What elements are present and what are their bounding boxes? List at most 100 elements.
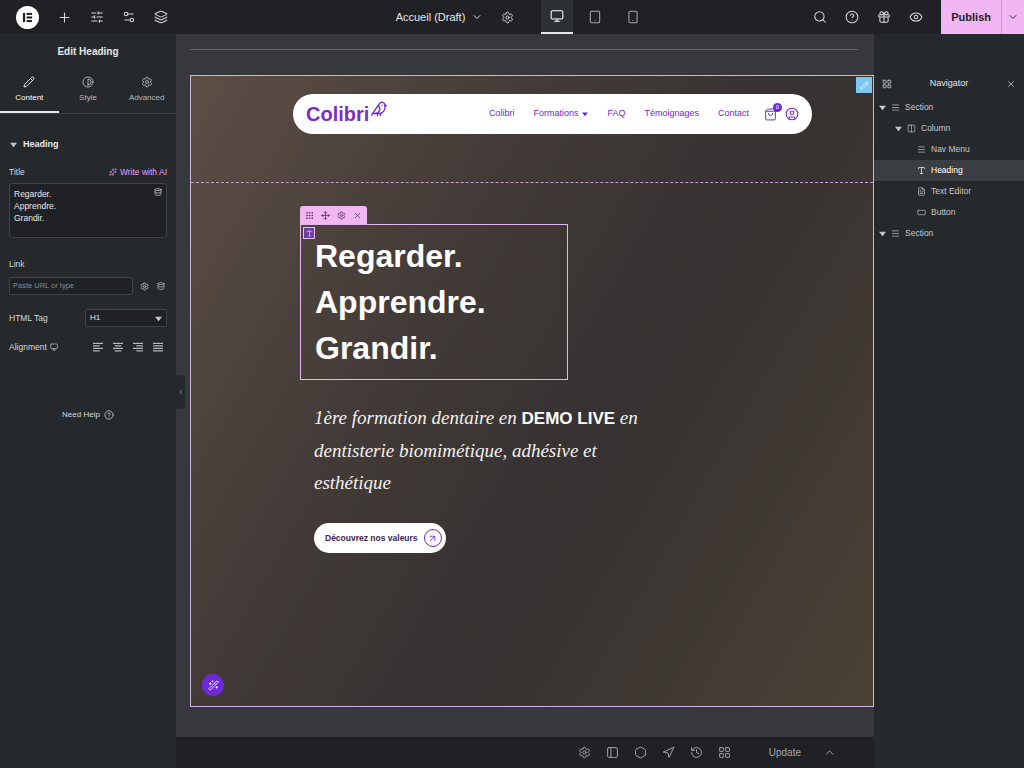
select-caret-icon[interactable] <box>155 315 162 322</box>
widget-toolbar <box>300 206 367 224</box>
alignment-button[interactable] <box>109 339 127 355</box>
navigator-item[interactable]: Column <box>874 118 1024 139</box>
chevron-up-icon <box>823 746 836 759</box>
navigator-item[interactable]: Section <box>874 223 1024 244</box>
dropdown-caret-icon <box>582 111 588 117</box>
canvas-column: Colibri Colibri Formations FAQ Témoignages Co… <box>176 34 874 768</box>
alignment-button[interactable] <box>149 339 167 355</box>
widget-handle[interactable] <box>303 227 315 239</box>
panel-tab[interactable]: Advanced <box>117 68 176 113</box>
heading-widget[interactable]: Regarder.Apprendre.Grandir. <box>300 224 568 380</box>
device-button[interactable] <box>541 0 573 34</box>
magic-wand-icon <box>208 680 219 691</box>
text-editor-icon <box>917 187 926 196</box>
ai-assistant-button[interactable] <box>202 674 224 696</box>
update-button[interactable]: Update <box>769 745 836 760</box>
account-button[interactable] <box>785 107 799 121</box>
advanced-tab-icon <box>141 76 153 88</box>
link-input[interactable]: Paste URL or type <box>9 277 133 295</box>
navigator-close-button[interactable] <box>1006 79 1016 89</box>
mobile-icon <box>626 10 640 24</box>
hero-heading-line: Grandir. <box>315 325 567 371</box>
site-nav-link[interactable]: Colibri <box>489 107 515 121</box>
collapse-chevron-icon <box>177 388 185 396</box>
site-settings-icon <box>122 10 136 24</box>
hero-heading-line: Regarder. <box>315 233 567 279</box>
section-header[interactable]: Heading <box>0 114 176 166</box>
button-icon <box>917 208 926 217</box>
responsive-monitor-icon <box>50 343 58 351</box>
link-options-button[interactable] <box>137 277 151 295</box>
site-nav-link[interactable]: Formations <box>533 107 588 121</box>
dynamic-tags-icon <box>157 282 165 290</box>
bottom-bar: Update <box>176 737 874 768</box>
editor-body: Edit HeadingContentStyleAdvancedHeadingT… <box>0 34 1024 768</box>
navigator-panel: NavigatorSectionColumnNav MenuHeadingTex… <box>874 34 1024 768</box>
align-right-icon <box>133 342 143 352</box>
publish-button[interactable]: Publish <box>941 0 1024 34</box>
need-help-link[interactable]: Need Help <box>9 409 167 421</box>
close-icon <box>1006 79 1016 89</box>
site-nav-link[interactable]: Témoignages <box>644 107 699 121</box>
top-right-group: Publish <box>652 0 1024 34</box>
hero-heading-line: Apprendre. <box>315 279 567 325</box>
link-dynamic-button[interactable] <box>155 277 167 295</box>
section-divider <box>190 49 858 50</box>
site-nav-link[interactable]: Contact <box>718 107 749 121</box>
alignment-button[interactable] <box>89 339 107 355</box>
widget-settings-icon <box>337 211 346 220</box>
navigator-item[interactable]: Button <box>874 202 1024 223</box>
align-justify-icon <box>153 342 163 352</box>
add-icon <box>57 10 72 25</box>
navigator-item[interactable]: Heading <box>874 160 1024 181</box>
canvas: Colibri Colibri Formations FAQ Témoignages Co… <box>176 34 874 737</box>
elementor-logo[interactable] <box>16 6 39 29</box>
chevron-down-icon <box>1007 11 1019 23</box>
section-caret-icon[interactable] <box>10 141 17 148</box>
alignment-button[interactable] <box>129 339 147 355</box>
align-left-icon <box>93 342 103 352</box>
edit-section-button[interactable] <box>856 77 872 93</box>
desktop-icon <box>550 9 564 23</box>
cta-button[interactable]: Découvrez nos valeurs <box>314 523 446 553</box>
site-logo[interactable]: Colibri <box>306 104 388 124</box>
navigator-item[interactable]: Section <box>874 97 1024 118</box>
column-icon <box>907 124 916 133</box>
tree-caret-icon[interactable] <box>895 125 902 132</box>
navigator-item[interactable]: Nav Menu <box>874 139 1024 160</box>
panel-icon <box>606 746 619 759</box>
panel-tab[interactable]: Content <box>0 68 59 113</box>
collapse-panel-tab[interactable] <box>176 375 185 409</box>
hero-subtitle: 1ère formation dentaire en DEMO LIVE en … <box>300 402 639 499</box>
tree-caret-icon[interactable] <box>879 104 886 111</box>
device-button[interactable] <box>579 0 611 34</box>
html-tag-label: HTML Tag <box>9 312 85 325</box>
tree-caret-icon[interactable] <box>879 230 886 237</box>
page-settings-button[interactable] <box>501 11 514 24</box>
site-nav-link[interactable]: FAQ <box>607 107 625 121</box>
title-textarea[interactable]: Regarder. Apprendre. Grandir. <box>9 183 167 238</box>
settings-sliders-icon <box>90 10 104 24</box>
page-title-dropdown[interactable]: Accueil (Draft) <box>388 9 492 26</box>
help-icon <box>845 10 859 24</box>
cart-button[interactable]: 0 <box>764 108 777 121</box>
write-with-ai-link[interactable]: Write with AI <box>109 166 167 179</box>
navigator-header: Navigator <box>874 72 1024 96</box>
history-icon <box>690 746 703 759</box>
panel-title: Edit Heading <box>0 34 176 68</box>
navigator-item[interactable]: Text Editor <box>874 181 1024 202</box>
delete-icon <box>353 211 362 220</box>
edit-panel: Edit HeadingContentStyleAdvancedHeadingT… <box>0 34 176 768</box>
nav-menu-icon <box>917 145 926 154</box>
site-nav-bar: Colibri Colibri Formations FAQ Témoignages Co… <box>293 94 812 134</box>
drag-handle-icon <box>305 211 314 220</box>
chevron-down-icon <box>471 11 483 23</box>
top-bar: Accueil (Draft) Publish <box>0 0 1024 34</box>
html-tag-select[interactable]: H1 <box>85 309 167 327</box>
responsive-icon <box>718 746 731 759</box>
panel-tab[interactable]: Style <box>59 68 118 113</box>
align-center-icon <box>113 342 123 352</box>
hummingbird-icon <box>370 100 388 118</box>
elementor-editor: Accueil (Draft) Publish Edit HeadingConten… <box>0 0 1024 768</box>
device-button[interactable] <box>617 0 649 34</box>
